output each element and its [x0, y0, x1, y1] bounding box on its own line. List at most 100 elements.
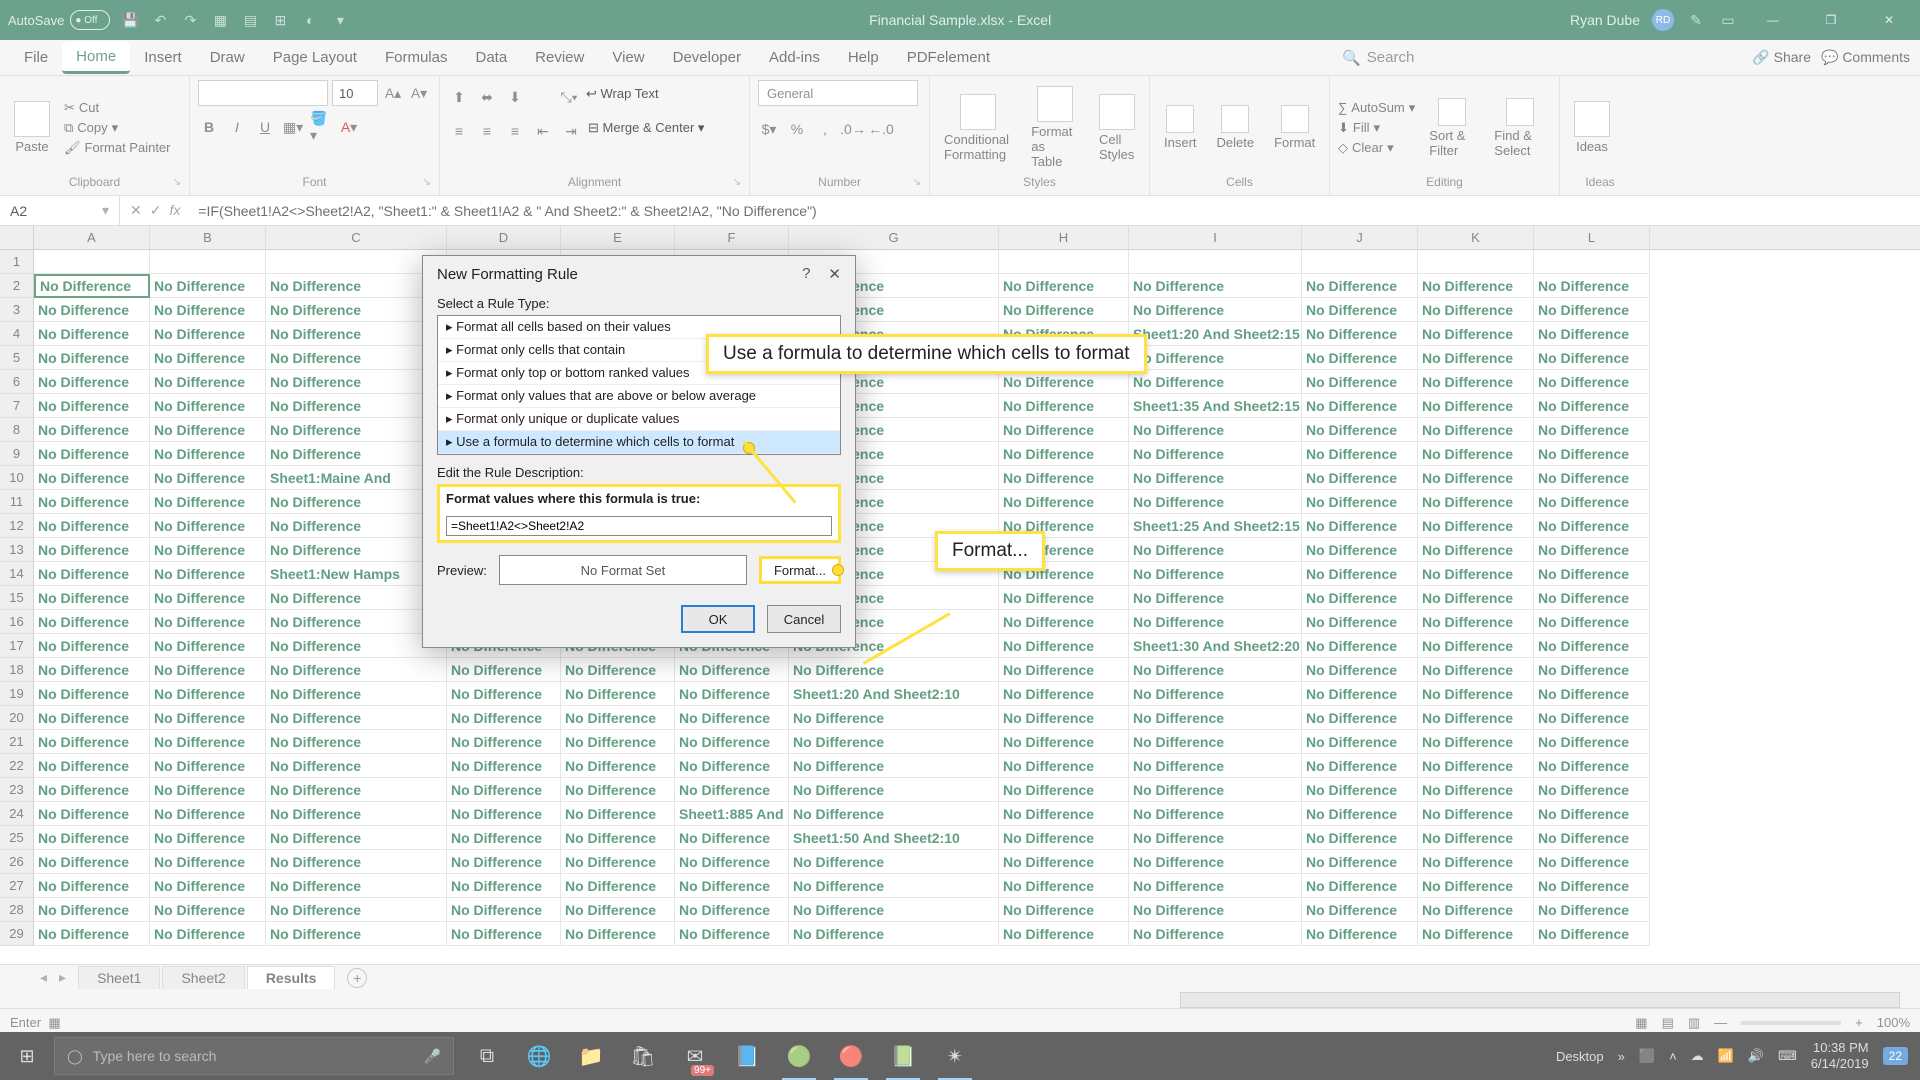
mail-icon[interactable]: ✉99+: [672, 1032, 718, 1080]
dialog-close-icon[interactable]: ✕: [828, 265, 841, 283]
cell[interactable]: No Difference: [150, 874, 266, 898]
row-header[interactable]: 17: [0, 634, 34, 658]
cell[interactable]: No Difference: [1129, 682, 1302, 706]
col-header[interactable]: A: [34, 226, 150, 249]
cell[interactable]: No Difference: [1129, 370, 1302, 394]
row-header[interactable]: 26: [0, 850, 34, 874]
volume-icon[interactable]: 🔊: [1748, 1048, 1764, 1064]
onedrive-icon[interactable]: ☁: [1691, 1048, 1704, 1064]
cell[interactable]: No Difference: [1418, 394, 1534, 418]
cell[interactable]: No Difference: [1129, 538, 1302, 562]
cell[interactable]: No Difference: [1302, 874, 1418, 898]
cell[interactable]: No Difference: [266, 610, 447, 634]
cell[interactable]: No Difference: [1302, 658, 1418, 682]
row-header[interactable]: 7: [0, 394, 34, 418]
cell[interactable]: No Difference: [999, 898, 1129, 922]
cell[interactable]: No Difference: [999, 394, 1129, 418]
cell[interactable]: No Difference: [999, 826, 1129, 850]
comments-button[interactable]: 💬 Comments: [1821, 49, 1910, 66]
cell[interactable]: Sheet1:Maine And: [266, 466, 447, 490]
cell[interactable]: No Difference: [1302, 274, 1418, 298]
cell[interactable]: No Difference: [34, 466, 150, 490]
save-icon[interactable]: 💾: [120, 10, 140, 30]
cell[interactable]: No Difference: [561, 754, 675, 778]
cell[interactable]: No Difference: [34, 850, 150, 874]
cell[interactable]: No Difference: [1418, 850, 1534, 874]
cell[interactable]: [999, 250, 1129, 274]
cell[interactable]: No Difference: [150, 850, 266, 874]
cell[interactable]: No Difference: [1534, 490, 1650, 514]
page-break-icon[interactable]: ▥: [1688, 1015, 1700, 1031]
cell[interactable]: No Difference: [999, 778, 1129, 802]
cell[interactable]: No Difference: [1418, 298, 1534, 322]
redo-icon[interactable]: ↷: [180, 10, 200, 30]
cell[interactable]: No Difference: [1129, 346, 1302, 370]
cell[interactable]: No Difference: [150, 754, 266, 778]
launcher-icon[interactable]: ↘: [913, 177, 921, 188]
cell[interactable]: No Difference: [1534, 562, 1650, 586]
cell[interactable]: No Difference: [1129, 490, 1302, 514]
cell[interactable]: No Difference: [789, 922, 999, 946]
excel-icon[interactable]: 📗: [880, 1032, 926, 1080]
col-header[interactable]: K: [1418, 226, 1534, 249]
cell[interactable]: No Difference: [999, 754, 1129, 778]
cell[interactable]: No Difference: [34, 706, 150, 730]
cell[interactable]: No Difference: [1129, 802, 1302, 826]
cell[interactable]: No Difference: [1129, 586, 1302, 610]
cell[interactable]: No Difference: [447, 874, 561, 898]
normal-view-icon[interactable]: ▦: [1635, 1015, 1647, 1031]
qat-icon[interactable]: ▦: [210, 10, 230, 30]
cell[interactable]: No Difference: [1534, 658, 1650, 682]
row-header[interactable]: 4: [0, 322, 34, 346]
orientation-icon[interactable]: ⤡▾: [558, 86, 580, 108]
cell[interactable]: No Difference: [675, 706, 789, 730]
cell[interactable]: No Difference: [1302, 466, 1418, 490]
cell[interactable]: No Difference: [34, 298, 150, 322]
tab-page-layout[interactable]: Page Layout: [259, 43, 371, 72]
cell[interactable]: No Difference: [150, 418, 266, 442]
cell[interactable]: [150, 250, 266, 274]
cell[interactable]: No Difference: [150, 802, 266, 826]
cell[interactable]: No Difference: [675, 658, 789, 682]
cell[interactable]: No Difference: [150, 370, 266, 394]
cell[interactable]: No Difference: [999, 730, 1129, 754]
wifi-icon[interactable]: 📶: [1718, 1048, 1734, 1064]
cell[interactable]: No Difference: [1302, 346, 1418, 370]
row-header[interactable]: 24: [0, 802, 34, 826]
cell[interactable]: No Difference: [1418, 706, 1534, 730]
cell[interactable]: No Difference: [1534, 874, 1650, 898]
font-size-combo[interactable]: 10: [332, 80, 378, 106]
cell[interactable]: No Difference: [1418, 274, 1534, 298]
tray-chevron-icon[interactable]: ˄: [1669, 1049, 1677, 1064]
cell[interactable]: No Difference: [150, 706, 266, 730]
language-icon[interactable]: ⌨: [1778, 1048, 1797, 1064]
col-header[interactable]: D: [447, 226, 561, 249]
row-header[interactable]: 22: [0, 754, 34, 778]
cell[interactable]: No Difference: [34, 898, 150, 922]
cell[interactable]: No Difference: [266, 898, 447, 922]
tab-review[interactable]: Review: [521, 43, 598, 72]
new-sheet-button[interactable]: +: [347, 968, 367, 988]
cell[interactable]: No Difference: [266, 442, 447, 466]
cell[interactable]: No Difference: [34, 634, 150, 658]
vivaldi-icon[interactable]: 🔴: [828, 1032, 874, 1080]
cell[interactable]: No Difference: [266, 826, 447, 850]
tab-data[interactable]: Data: [461, 43, 521, 72]
cell[interactable]: No Difference: [1302, 514, 1418, 538]
cell[interactable]: No Difference: [1302, 394, 1418, 418]
qat-icon-4[interactable]: ◐: [300, 10, 320, 30]
mic-icon[interactable]: 🎤: [424, 1048, 441, 1065]
ribbon-mode-icon[interactable]: ▭: [1718, 10, 1738, 30]
cell[interactable]: No Difference: [1129, 562, 1302, 586]
tab-nav-next-icon[interactable]: ▸: [59, 969, 66, 986]
indent-dec-icon[interactable]: ⇤: [532, 120, 554, 142]
percent-icon[interactable]: %: [786, 118, 808, 140]
app2-icon[interactable]: ✴: [932, 1032, 978, 1080]
taskbar-search[interactable]: ◯ Type here to search 🎤: [54, 1037, 454, 1075]
rule-type-item[interactable]: ▸ Use a formula to determine which cells…: [438, 431, 840, 454]
cell[interactable]: No Difference: [1129, 730, 1302, 754]
col-header[interactable]: L: [1534, 226, 1650, 249]
cell[interactable]: No Difference: [675, 682, 789, 706]
cell[interactable]: No Difference: [1129, 874, 1302, 898]
cell[interactable]: No Difference: [34, 730, 150, 754]
